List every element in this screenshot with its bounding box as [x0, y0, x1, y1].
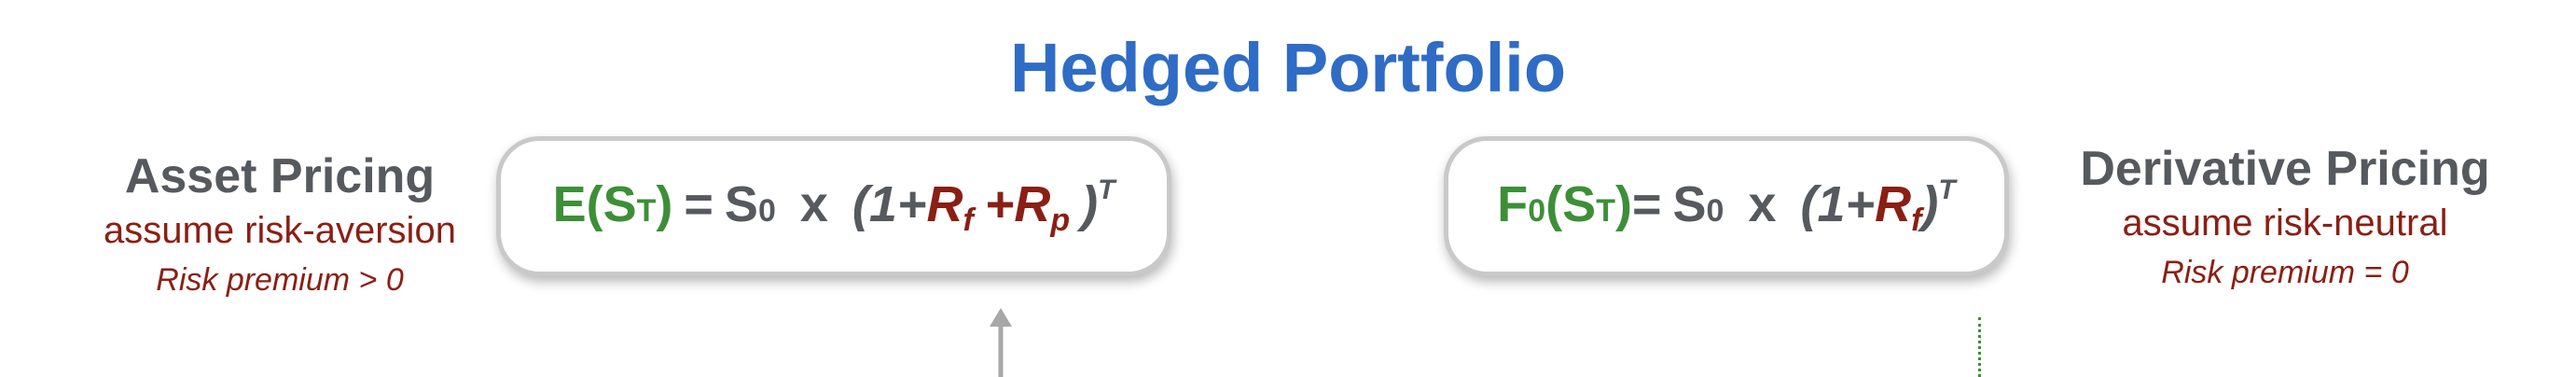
- risk-free-rate-term: Rf: [1875, 175, 1922, 238]
- multiply-sign: x: [1748, 175, 1777, 232]
- spot-price-term: S0: [724, 175, 776, 232]
- equals-sign: =: [684, 175, 713, 232]
- asset-pricing-subheading: assume risk-aversion: [104, 210, 456, 251]
- derivative-pricing-heading: Derivative Pricing: [2080, 142, 2490, 196]
- forward-price-formula-box: F0(ST)= S0 x (1+Rf)T: [1444, 136, 2009, 276]
- asset-pricing-heading: Asset Pricing: [124, 149, 436, 203]
- forward-price-formula: F0(ST)= S0 x (1+Rf)T: [1497, 175, 1955, 239]
- diagram-title: Hedged Portfolio: [1009, 29, 1567, 106]
- derivative-pricing-subheading: assume risk-neutral: [2122, 202, 2448, 244]
- dotted-connector-line: [1978, 317, 1981, 377]
- multiply-sign: x: [799, 175, 828, 232]
- spot-price-term: S0: [1672, 175, 1724, 232]
- asset-pricing-note: Risk premium > 0: [156, 262, 404, 298]
- expected-price-formula: E(ST) = S0 x (1+Rf +Rp)T: [553, 175, 1115, 239]
- up-arrow-icon: [990, 308, 1012, 377]
- asset-pricing-panel: Asset Pricing assume risk-aversion Risk …: [56, 147, 504, 304]
- expected-price-term: E(ST): [552, 175, 673, 232]
- equals-sign: =: [1631, 175, 1662, 232]
- growth-factor: (1+Rf +Rp)T: [852, 174, 1115, 238]
- growth-factor: (1+Rf)T: [1800, 174, 1956, 238]
- risk-premium-term: Rp: [1014, 175, 1071, 238]
- derivative-pricing-note: Risk premium = 0: [2161, 255, 2409, 290]
- expected-price-formula-box: E(ST) = S0 x (1+Rf +Rp)T: [496, 136, 1171, 276]
- forward-price-term: F0(ST): [1497, 175, 1632, 232]
- risk-free-rate-term: Rf: [926, 175, 974, 238]
- derivative-pricing-panel: Derivative Pricing assume risk-neutral R…: [2033, 140, 2537, 297]
